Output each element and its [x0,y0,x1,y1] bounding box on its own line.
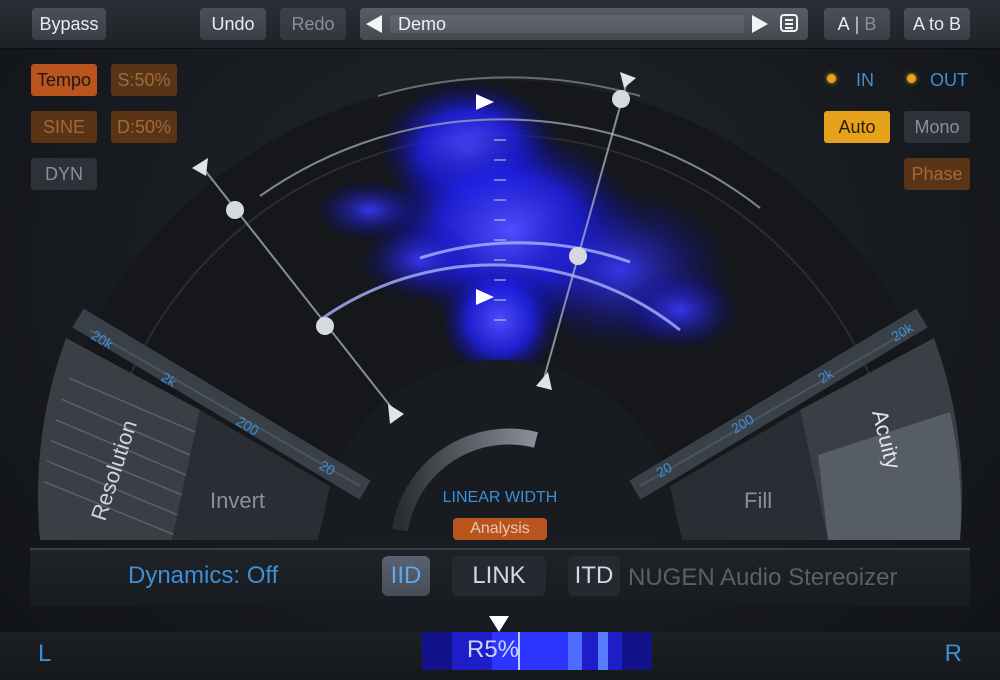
left-upper-handle[interactable] [226,201,244,219]
linear-width-label: LINEAR WIDTH [443,489,558,506]
fill-label: Fill [744,488,772,513]
phase-button[interactable]: Phase [904,158,970,190]
dynamics-status[interactable]: Dynamics: Off [128,562,278,590]
depth-button[interactable]: D:50% [111,111,177,143]
brand-label: NUGEN Audio Stereoizer [628,564,898,591]
tempo-button[interactable]: Tempo [31,64,97,96]
right-top-arrow-icon[interactable] [620,72,636,88]
out-label: OUT [930,70,968,90]
dyn-button[interactable]: DYN [31,158,97,190]
balance-meter-bar [422,632,652,670]
iid-button[interactable]: IID [382,556,430,596]
in-led-icon [827,74,836,83]
itd-button[interactable]: ITD [568,556,620,596]
left-channel-label: L [38,640,52,667]
sine-button[interactable]: SINE [31,111,97,143]
balance-value: R5% [467,636,520,663]
dynamics-value: Off [246,562,279,589]
in-label: IN [856,70,874,90]
dynamics-label: Dynamics: [128,562,241,589]
out-led-icon [907,74,916,83]
dynamics-bar: Dynamics: Off IID LINK ITD NUGEN Audio S… [30,548,970,606]
right-channel-label: R [944,640,962,667]
right-lower-handle[interactable] [569,247,587,265]
sync-rate-button[interactable]: S:50% [111,64,177,96]
left-top-arrow-icon[interactable] [192,158,208,176]
auto-button[interactable]: Auto [824,111,890,143]
stereoizer-window: Bypass Undo Redo Demo A | B A to B 20k 2… [0,0,1000,680]
invert-label: Invert [210,488,265,513]
right-upper-handle[interactable] [612,90,630,108]
link-button[interactable]: LINK [452,556,546,596]
balance-pointer-icon[interactable] [489,616,509,632]
balance-meter: L R R5% [0,616,1000,680]
analysis-button[interactable]: Analysis [453,518,547,540]
mono-button[interactable]: Mono [904,111,970,143]
left-lower-handle[interactable] [316,317,334,335]
